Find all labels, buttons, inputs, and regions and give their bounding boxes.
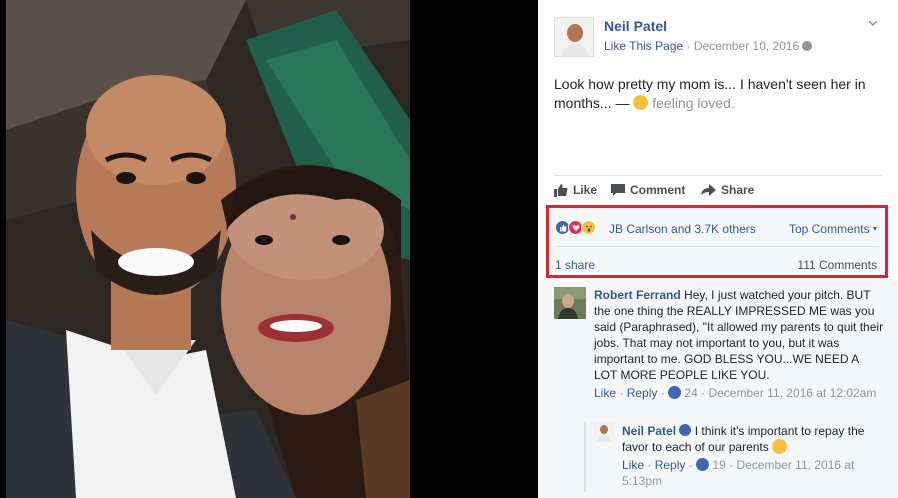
reply-like-count[interactable]: 19 bbox=[712, 458, 725, 472]
comment-date[interactable]: December 11, 2016 at 12:02am bbox=[708, 386, 876, 400]
like-button[interactable]: Like bbox=[554, 183, 597, 197]
commenter-name[interactable]: Robert Ferrand bbox=[594, 288, 681, 302]
caret-down-icon: ▾ bbox=[872, 224, 877, 233]
post-date[interactable]: December 10, 2016 bbox=[694, 39, 799, 53]
verified-badge-icon bbox=[679, 424, 692, 436]
reply-comment: Neil Patel I think it's important to rep… bbox=[622, 423, 884, 455]
divider bbox=[555, 246, 879, 247]
thumbs-up-icon bbox=[554, 183, 568, 197]
comment-label: Comment bbox=[630, 183, 686, 197]
comments-section: Robert Ferrand Hey, I just watched your … bbox=[538, 280, 898, 498]
meta-separator: · bbox=[683, 39, 694, 53]
reply-author-name[interactable]: Neil Patel bbox=[622, 424, 676, 438]
share-button[interactable]: Share bbox=[701, 183, 754, 197]
like-page-link[interactable]: Like This Page bbox=[604, 39, 683, 53]
reaction-icons[interactable] bbox=[555, 220, 596, 235]
post-text: Look how pretty my mom is... I haven't s… bbox=[554, 75, 884, 113]
wow-reaction-icon bbox=[581, 220, 596, 235]
post-panel: Neil Patel Like This Page · December 10,… bbox=[538, 0, 898, 498]
comment-like-link[interactable]: Like bbox=[594, 386, 616, 400]
like-count-icon bbox=[668, 386, 682, 399]
share-count[interactable]: 1 share bbox=[555, 258, 595, 272]
feeling-loved-icon bbox=[633, 95, 649, 110]
reply-avatar[interactable] bbox=[594, 422, 614, 442]
comment-reply-link[interactable]: Reply bbox=[627, 386, 658, 400]
comment-like-count[interactable]: 24 bbox=[684, 386, 697, 400]
author-name[interactable]: Neil Patel bbox=[604, 18, 667, 34]
photo-viewer bbox=[0, 0, 538, 498]
top-comments-dropdown[interactable]: Top Comments ▾ bbox=[789, 222, 877, 236]
reply-thread-line bbox=[584, 422, 586, 492]
share-icon bbox=[701, 184, 716, 196]
comment-text: Hey, I just watched your pitch. BUT the … bbox=[594, 288, 884, 382]
post-photo[interactable] bbox=[6, 0, 410, 498]
action-bar: Like Comment Share bbox=[554, 175, 882, 203]
like-label: Like bbox=[573, 183, 598, 197]
reply-reply-link[interactable]: Reply bbox=[655, 458, 686, 472]
commenter-avatar[interactable] bbox=[554, 287, 586, 319]
comment-icon bbox=[611, 183, 625, 196]
comment-actions: Like · Reply · 24 · December 11, 2016 at… bbox=[594, 386, 877, 400]
smile-emoji-icon bbox=[772, 439, 788, 454]
comment-count[interactable]: 111 Comments bbox=[797, 258, 877, 272]
comment-button[interactable]: Comment bbox=[611, 183, 685, 197]
feeling-label[interactable]: feeling loved. bbox=[652, 95, 735, 111]
comment: Robert Ferrand Hey, I just watched your … bbox=[594, 287, 884, 383]
reply-like-link[interactable]: Like bbox=[622, 458, 644, 472]
reactions-summary: JB Carlson and 3.7K others Top Comments … bbox=[546, 205, 888, 278]
globe-icon bbox=[802, 41, 813, 51]
chevron-down-icon[interactable] bbox=[868, 18, 878, 28]
reaction-names[interactable]: JB Carlson and 3.7K others bbox=[609, 222, 756, 236]
author-avatar[interactable] bbox=[554, 17, 594, 57]
reply-actions: Like · Reply · 19 · December 11, 2016 at… bbox=[622, 458, 855, 488]
share-label: Share bbox=[721, 183, 755, 197]
like-count-icon bbox=[696, 458, 710, 471]
post-meta: Like This Page · December 10, 2016 bbox=[604, 39, 813, 53]
top-comments-label: Top Comments bbox=[788, 222, 870, 236]
